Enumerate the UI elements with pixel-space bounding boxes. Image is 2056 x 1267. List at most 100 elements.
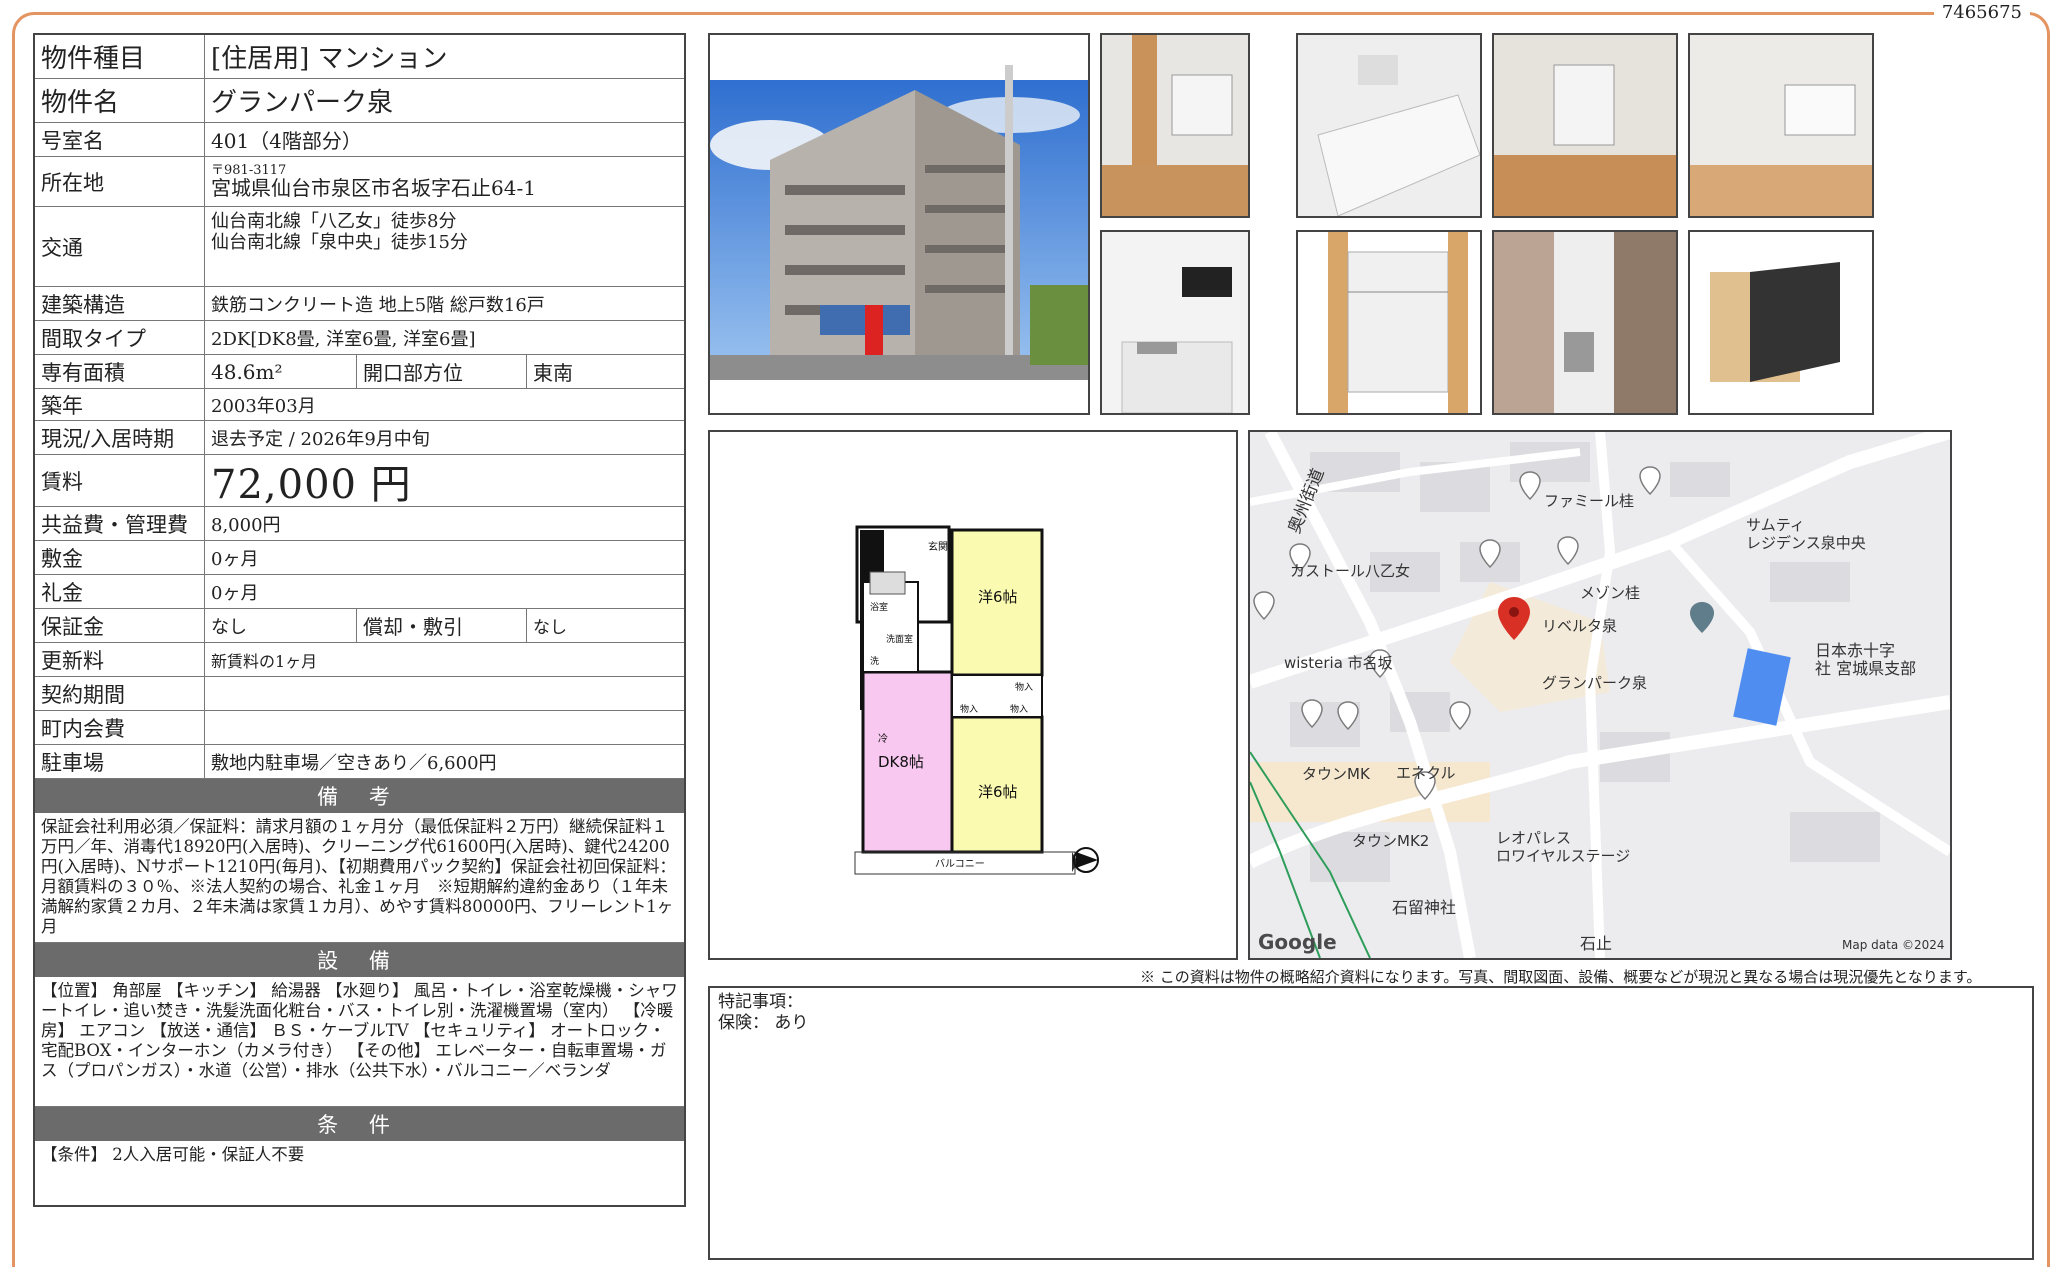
equipment-heading: 設 備 <box>35 943 684 977</box>
row-layout: 間取タイプ 2DK[DK8畳, 洋室6畳, 洋室6畳] <box>35 321 684 355</box>
storage3-label: 物入 <box>1010 703 1028 715</box>
row-fee: 共益費・管理費 8,000円 <box>35 507 684 541</box>
value-guarantee: なし <box>205 609 357 642</box>
map-label-enekuru: エネクル <box>1396 764 1456 782</box>
value-room: 401（4階部分） <box>211 129 362 153</box>
room-image-1 <box>1102 35 1248 216</box>
room-photo-1[interactable] <box>1100 33 1250 218</box>
value-area: 48.6m² <box>205 355 357 388</box>
value-name: グランパーク泉 <box>211 88 394 118</box>
value-contract <box>205 677 684 710</box>
row-area: 専有面積 48.6m² 開口部方位 東南 <box>35 355 684 389</box>
balcony-photo[interactable] <box>1492 230 1678 415</box>
wash-label: 洗面室 <box>886 633 913 645</box>
value-parking: 敷地内駐車場／空きあり／6,600円 <box>211 752 497 774</box>
balcony-image <box>1494 232 1676 413</box>
storage1-label: 物入 <box>1015 681 1033 693</box>
balcony-label: バルコニー <box>935 858 985 870</box>
room-photo-2[interactable] <box>1296 33 1482 218</box>
label-parking: 駐車場 <box>35 745 205 778</box>
value-type: [住居用] マンション <box>211 44 448 74</box>
value-traffic-1: 仙台南北線「八乙女」徒歩8分 <box>211 211 457 232</box>
label-deposit: 敷金 <box>35 541 205 574</box>
equipment-text: 【位置】 角部屋 【キッチン】 給湯器 【水廻り】 風呂・トイレ・浴室乾燥機・シ… <box>35 977 684 1107</box>
map-label-townmk: タウンMK <box>1302 765 1370 783</box>
label-name: 物件名 <box>35 79 205 122</box>
label-keymoney: 礼金 <box>35 575 205 608</box>
value-direction: 東南 <box>533 361 573 385</box>
value-built: 2003年03月 <box>211 395 316 417</box>
kitchen-image <box>1102 232 1248 413</box>
value-status: 退去予定 / 2026年9月中旬 <box>211 428 430 450</box>
label-type: 物件種目 <box>35 35 205 78</box>
special-notes-insurance: 保険： あり <box>718 1013 809 1033</box>
special-notes-box: 特記事項： 保険： あり <box>708 986 2034 1260</box>
row-address: 所在地 〒981-3117 宮城県仙台市泉区市名坂字石止64-1 <box>35 157 684 207</box>
label-guarantee: 保証金 <box>35 609 205 642</box>
storage-image <box>1690 232 1872 413</box>
map-label-grandpark: グランパーク泉 <box>1542 674 1648 692</box>
row-built: 築年 2003年03月 <box>35 389 684 421</box>
map-label-redcross-branch: 社 宮城県支部 <box>1815 659 1917 678</box>
building-exterior-photo[interactable] <box>708 33 1090 415</box>
row-deposit: 敷金 0ヶ月 <box>35 541 684 575</box>
map-label-liberta: リベルタ泉 <box>1542 617 1618 635</box>
room-image-2 <box>1298 35 1480 216</box>
room-image-4 <box>1690 35 1872 216</box>
value-town <box>205 711 684 744</box>
value-deposit: 0ヶ月 <box>211 548 259 570</box>
room2-label: 洋6帖 <box>978 783 1018 801</box>
dk-label: DK8帖 <box>878 753 924 771</box>
map-label-maison: メゾン桂 <box>1580 584 1641 602</box>
label-contract: 契約期間 <box>35 677 205 710</box>
remarks-heading: 備 考 <box>35 779 684 813</box>
storage-photo[interactable] <box>1688 230 1874 415</box>
row-parking: 駐車場 敷地内駐車場／空きあり／6,600円 <box>35 745 684 779</box>
label-amort: 償却・敷引 <box>357 609 527 642</box>
room-photo-4[interactable] <box>1688 33 1874 218</box>
label-direction: 開口部方位 <box>357 355 527 388</box>
map-label-townmk2: タウンMK2 <box>1352 832 1430 850</box>
row-renewal: 更新料 新賃料の1ヶ月 <box>35 643 684 677</box>
floor-plan-drawing: 洋6帖 洋6帖 DK8帖 玄関 浴室 洗面室 洗 物入 物入 物入 冷 バルコニ… <box>854 525 1099 875</box>
value-address: 宮城県仙台市泉区市名坂字石止64-1 <box>211 176 536 200</box>
value-rent: 72,000 円 <box>211 461 412 508</box>
property-table: 物件種目 [住居用] マンション 物件名 グランパーク泉 号室名 401（4階部… <box>33 33 686 1207</box>
row-room: 号室名 401（4階部分） <box>35 123 684 157</box>
location-map[interactable]: 奥州街道 ファミール桂 サムティ レジデンス泉中央 カストール八乙女 メゾン桂 … <box>1248 430 1952 960</box>
kitchen-photo[interactable] <box>1100 230 1250 415</box>
row-name: 物件名 グランパーク泉 <box>35 79 684 123</box>
wm-label: 洗 <box>870 655 879 667</box>
fridge-label: 冷 <box>878 732 888 745</box>
map-data-credit: Map data ©2024 <box>1842 938 1945 952</box>
bath-label: 浴室 <box>870 601 888 613</box>
room-photo-3[interactable] <box>1492 33 1678 218</box>
label-structure: 建築構造 <box>35 287 205 320</box>
floor-plan[interactable]: 洋6帖 洋6帖 DK8帖 玄関 浴室 洗面室 洗 物入 物入 物入 冷 バルコニ… <box>708 430 1238 960</box>
value-fee: 8,000円 <box>211 514 281 536</box>
document-id: 7465675 <box>1933 2 2030 23</box>
label-fee: 共益費・管理費 <box>35 507 205 540</box>
disclaimer-text: ※ この資料は物件の概略紹介資料になります。写真、間取図面、設備、概要などが現況… <box>1140 968 1982 986</box>
row-structure: 建築構造 鉄筋コンクリート造 地上5階 総戸数16戸 <box>35 287 684 321</box>
row-status: 現況/入居時期 退去予定 / 2026年9月中旬 <box>35 421 684 455</box>
row-contract: 契約期間 <box>35 677 684 711</box>
row-keymoney: 礼金 0ヶ月 <box>35 575 684 609</box>
label-traffic: 交通 <box>35 207 205 286</box>
value-layout: 2DK[DK8畳, 洋室6畳, 洋室6畳] <box>211 328 476 350</box>
value-keymoney: 0ヶ月 <box>211 582 259 604</box>
label-status: 現況/入居時期 <box>35 421 205 454</box>
storage2-label: 物入 <box>960 703 978 715</box>
row-guarantee: 保証金 なし 償却・敷引 なし <box>35 609 684 643</box>
value-amort: なし <box>533 618 567 638</box>
map-label-ishidome: 石止 <box>1580 934 1613 953</box>
closet-photo[interactable] <box>1296 230 1482 415</box>
map-label-residence: レジデンス泉中央 <box>1746 534 1866 552</box>
label-town: 町内会費 <box>35 711 205 744</box>
row-type: 物件種目 [住居用] マンション <box>35 35 684 79</box>
value-traffic-2: 仙台南北線「泉中央」徒歩15分 <box>211 232 468 253</box>
value-structure: 鉄筋コンクリート造 地上5階 総戸数16戸 <box>211 294 545 316</box>
map-label-wisteria: wisteria 市名坂 <box>1284 654 1393 672</box>
remarks-text: 保証会社利用必須／保証料：請求月額の１ヶ月分（最低保証料２万円）継続保証料１万円… <box>35 813 684 943</box>
value-renewal: 新賃料の1ヶ月 <box>211 651 318 671</box>
